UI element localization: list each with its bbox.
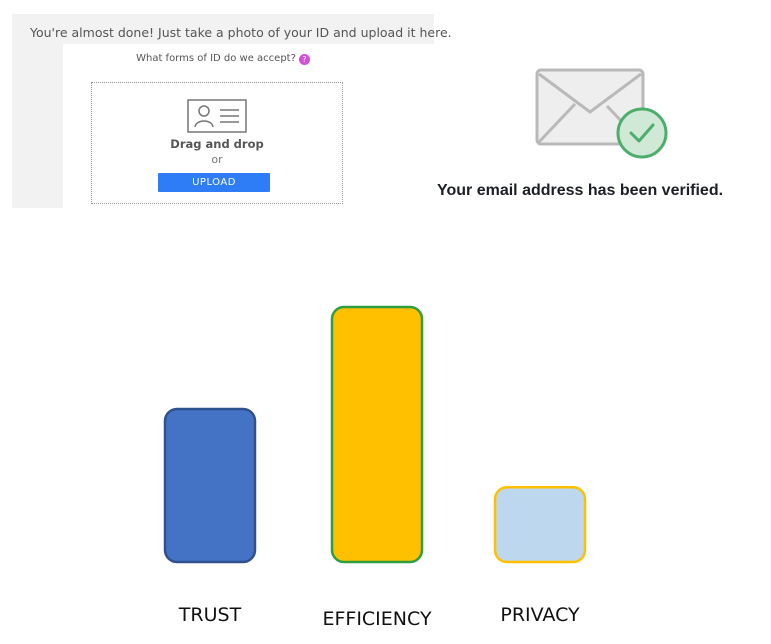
tick-label-privacy: PRIVACY <box>500 604 580 626</box>
id-forms-question-text[interactable]: What forms of ID do we accept? <box>136 53 296 64</box>
tick-label-efficiency: EFFICIENCY <box>322 608 431 630</box>
upload-button[interactable]: UPLOAD <box>158 173 270 192</box>
upload-instruction: You're almost done! Just take a photo of… <box>30 25 452 40</box>
id-upload-panel: You're almost done! Just take a photo of… <box>12 14 452 208</box>
bar-trust <box>163 407 257 564</box>
bar-efficiency <box>330 305 424 564</box>
tick-label-trust: TRUST <box>178 604 242 626</box>
or-label: or <box>211 153 223 166</box>
bar-chart: TRUST EFFICIENCY PRIVACY <box>163 305 587 630</box>
id-forms-question[interactable]: What forms of ID do we accept?? <box>12 53 434 65</box>
drag-and-drop-label: Drag and drop <box>170 137 264 151</box>
drop-zone[interactable]: Drag and drop or UPLOAD <box>91 82 343 204</box>
upload-panel-margin <box>373 44 434 208</box>
id-card-icon <box>187 99 247 133</box>
bar-privacy <box>493 485 587 564</box>
email-verified-message: Your email address has been verified. <box>437 182 724 199</box>
envelope-check-icon <box>535 68 668 159</box>
question-circle-icon[interactable]: ? <box>298 54 310 65</box>
